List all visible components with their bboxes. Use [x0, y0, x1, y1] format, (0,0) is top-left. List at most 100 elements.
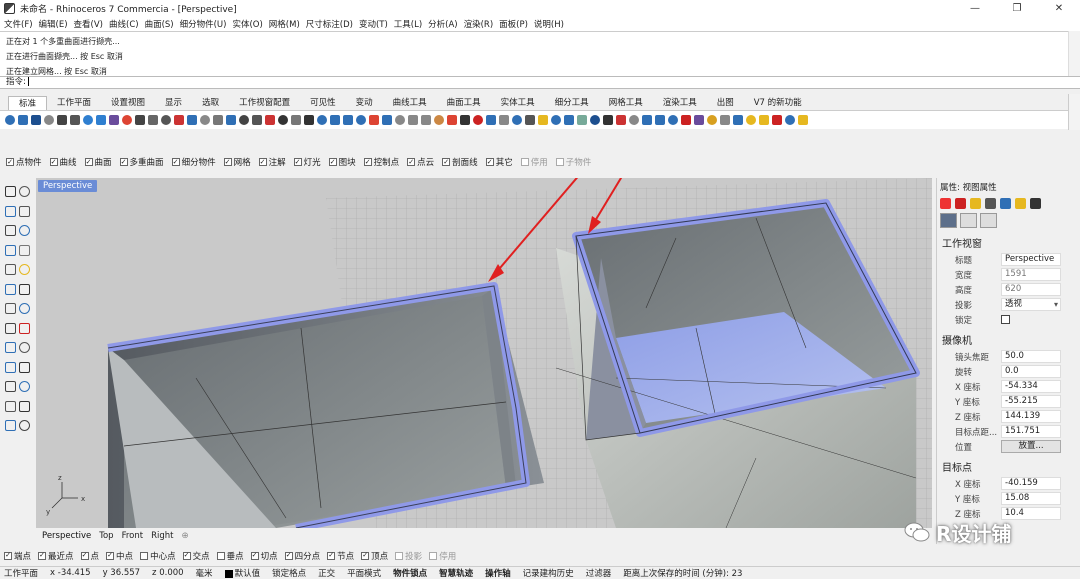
osnap-item[interactable]: ✓ 中点 — [106, 550, 133, 562]
osnap-checkbox[interactable]: ✓ — [250, 551, 259, 560]
palette-tool-icon[interactable] — [5, 244, 16, 256]
filter-item[interactable]: 子物件 — [555, 156, 591, 168]
toolbar-tool-icon[interactable] — [122, 115, 132, 125]
tab-set-view[interactable]: 设置视图 — [101, 96, 155, 110]
toolbar-tool-icon[interactable] — [798, 115, 808, 125]
toolbar-tool-icon[interactable] — [369, 115, 379, 125]
toolbar-tool-icon[interactable] — [642, 115, 652, 125]
minimize-button[interactable]: — — [954, 0, 996, 17]
viewport-tab-icon[interactable] — [980, 213, 997, 228]
filter-item[interactable]: ✓ 图块 — [328, 156, 356, 168]
palette-tool-icon[interactable] — [5, 186, 16, 197]
toolbar-scrollbar[interactable] — [1068, 94, 1080, 130]
camera-z-field[interactable]: 144.139 — [1001, 410, 1061, 423]
osnap-item[interactable]: 停用 — [429, 550, 456, 562]
tab-standard[interactable]: 标准 — [8, 96, 48, 110]
palette-tool-icon[interactable] — [19, 303, 30, 314]
viewport-title-label[interactable]: Perspective — [38, 180, 98, 192]
tab-transform[interactable]: 变动 — [346, 96, 383, 110]
toolbar-tool-icon[interactable] — [317, 115, 327, 125]
palette-tool-icon[interactable] — [5, 381, 16, 392]
osnap-checkbox[interactable]: ✓ — [284, 551, 293, 560]
command-history-scrollbar[interactable] — [1068, 31, 1080, 76]
toolbar-tool-icon[interactable] — [57, 115, 67, 125]
palette-tool-icon[interactable] — [5, 342, 16, 353]
filter-item[interactable]: ✓ 注解 — [258, 156, 286, 168]
toolbar-tool-icon[interactable] — [330, 115, 340, 125]
toolbar-tool-icon[interactable] — [603, 115, 613, 125]
toolbar-tool-icon[interactable] — [759, 115, 769, 125]
osnap-item[interactable]: 中心点 — [140, 550, 176, 562]
menu-render[interactable]: 渲染(R) — [464, 18, 494, 30]
palette-tool-icon[interactable] — [5, 420, 16, 431]
toolbar-tool-icon[interactable] — [408, 115, 418, 125]
filter-item[interactable]: ✓ 控制点 — [363, 156, 399, 168]
toolbar-tool-icon[interactable] — [538, 115, 548, 125]
command-line[interactable]: 指令: — [0, 76, 1080, 89]
toolbar-tool-icon[interactable] — [226, 115, 236, 125]
panel-tab-icon[interactable] — [955, 198, 966, 209]
toolbar-tool-icon[interactable] — [239, 115, 249, 125]
tab-render-tools[interactable]: 渲染工具 — [653, 96, 707, 110]
palette-tool-icon[interactable] — [19, 420, 30, 431]
maximize-button[interactable]: ❐ — [996, 0, 1038, 17]
panel-tab-icon[interactable] — [1000, 198, 1011, 209]
viewport-tab-top[interactable]: Top — [99, 531, 113, 541]
filter-checkbox[interactable]: ✓ — [407, 158, 416, 166]
toolbar-tool-icon[interactable] — [551, 115, 561, 125]
palette-tool-icon[interactable] — [19, 322, 30, 334]
toolbar-tool-icon[interactable] — [161, 115, 171, 125]
filter-checkbox[interactable]: ✓ — [171, 158, 180, 166]
filter-item[interactable]: ✓ 点物件 — [6, 156, 42, 168]
toolbar-tool-icon[interactable] — [44, 115, 54, 125]
status-filter[interactable]: 过滤器 — [586, 567, 612, 579]
panel-tab-icon[interactable] — [1015, 198, 1026, 209]
toolbar-tool-icon[interactable] — [694, 115, 704, 125]
toolbar-tool-icon[interactable] — [616, 115, 626, 125]
toolbar-tool-icon[interactable] — [213, 115, 223, 125]
menu-dimension[interactable]: 尺寸标注(D) — [306, 18, 353, 30]
filter-checkbox[interactable] — [555, 158, 564, 166]
filter-checkbox[interactable] — [520, 158, 529, 166]
tab-solid-tools[interactable]: 实体工具 — [491, 96, 545, 110]
toolbar-tool-icon[interactable] — [733, 115, 743, 125]
toolbar-tool-icon[interactable] — [746, 115, 756, 125]
toolbar-tool-icon[interactable] — [96, 115, 106, 125]
tab-curve-tools[interactable]: 曲线工具 — [383, 96, 437, 110]
toolbar-tool-icon[interactable] — [473, 115, 483, 125]
osnap-checkbox[interactable] — [140, 551, 149, 560]
tab-viewport-layout[interactable]: 工作视窗配置 — [229, 96, 300, 110]
camera-y-field[interactable]: -55.215 — [1001, 395, 1061, 408]
tab-visibility[interactable]: 可见性 — [300, 96, 346, 110]
status-planar[interactable]: 平面模式 — [347, 567, 381, 579]
close-button[interactable]: ✕ — [1038, 0, 1080, 17]
camera-tab-icon[interactable] — [940, 213, 957, 228]
palette-tool-icon[interactable] — [5, 264, 16, 275]
status-cplane[interactable]: 工作平面 — [4, 567, 38, 579]
viewport-tab-front[interactable]: Front — [122, 531, 144, 541]
palette-tool-icon[interactable] — [19, 264, 30, 275]
filter-item[interactable]: ✓ 细分物件 — [171, 156, 216, 168]
osnap-item[interactable]: ✓ 点 — [80, 550, 99, 562]
toolbar-tool-icon[interactable] — [655, 115, 665, 125]
toolbar-tool-icon[interactable] — [5, 115, 15, 125]
toolbar-tool-icon[interactable] — [460, 115, 470, 125]
toolbar-tool-icon[interactable] — [252, 115, 262, 125]
menu-panels[interactable]: 面板(P) — [499, 18, 528, 30]
toolbar-tool-icon[interactable] — [421, 115, 431, 125]
toolbar-tool-icon[interactable] — [499, 115, 509, 125]
palette-tool-icon[interactable] — [19, 400, 30, 412]
menu-subd[interactable]: 细分物件(U) — [180, 18, 227, 30]
toolbar-tool-icon[interactable] — [356, 115, 366, 125]
filter-checkbox[interactable]: ✓ — [363, 158, 372, 166]
palette-tool-icon[interactable] — [19, 342, 30, 353]
toolbar-tool-icon[interactable] — [174, 115, 184, 125]
panel-tab-icon[interactable] — [985, 198, 996, 209]
toolbar-tool-icon[interactable] — [772, 115, 782, 125]
toolbar-tool-icon[interactable] — [785, 115, 795, 125]
toolbar-tool-icon[interactable] — [512, 115, 522, 125]
target-y-field[interactable]: 15.08 — [1001, 492, 1061, 505]
filter-item[interactable]: ✓ 多重曲面 — [119, 156, 164, 168]
tab-cplanes[interactable]: 工作平面 — [47, 96, 101, 110]
toolbar-tool-icon[interactable] — [577, 115, 587, 125]
